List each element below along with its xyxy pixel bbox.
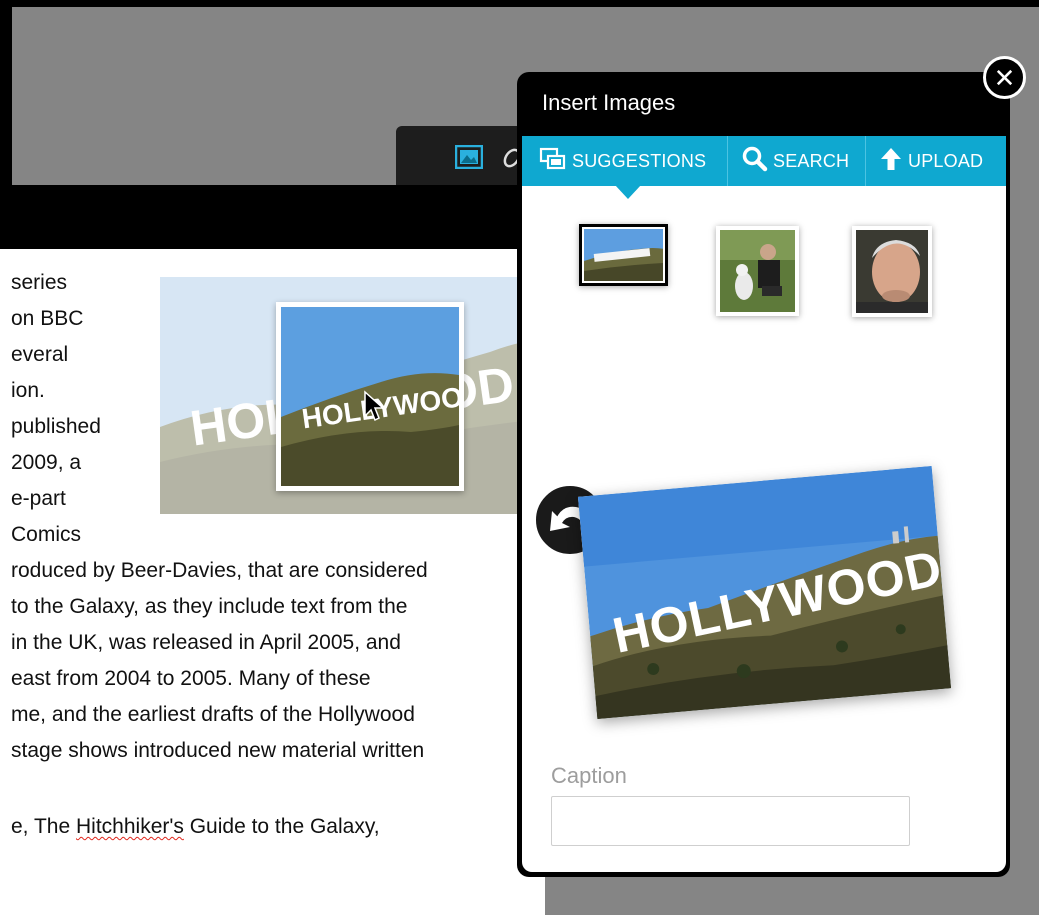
text-line: roduced by Beer-Davies, that are conside… bbox=[11, 559, 428, 582]
text-line: everal bbox=[11, 343, 69, 366]
tab-search[interactable]: SEARCH bbox=[742, 136, 849, 186]
text-span: e, The bbox=[11, 815, 76, 838]
active-tab-indicator bbox=[615, 185, 641, 199]
tab-suggestions[interactable]: SUGGESTIONS bbox=[539, 136, 706, 186]
editor-header bbox=[0, 185, 545, 249]
text-line: series bbox=[11, 271, 68, 294]
text-line: to the Galaxy, as they include text from… bbox=[11, 595, 408, 618]
tab-divider bbox=[865, 136, 866, 186]
thumbnail-hollywood[interactable] bbox=[579, 224, 668, 286]
text-line: e-part bbox=[11, 487, 66, 510]
tab-label: SUGGESTIONS bbox=[572, 150, 707, 171]
misspelled-word[interactable]: Hitchhiker's bbox=[76, 815, 184, 838]
text-line: published bbox=[11, 415, 101, 438]
tab-bar: SUGGESTIONS SEARCH UPLOAD bbox=[522, 136, 1006, 186]
text-line: ion. bbox=[11, 379, 45, 402]
text-line: 2009, a bbox=[11, 451, 82, 474]
text-line: in the UK, was released in April 2005, a… bbox=[11, 631, 401, 654]
text-line: on BBC bbox=[11, 307, 84, 330]
thumbnail-man-with-dog[interactable] bbox=[716, 226, 799, 316]
dialog-title: Insert Images bbox=[542, 90, 676, 115]
thumbnail-man-portrait[interactable] bbox=[852, 226, 932, 317]
text-line: Comics bbox=[11, 523, 82, 546]
suggestions-icon bbox=[539, 147, 572, 176]
tab-divider bbox=[727, 136, 728, 186]
close-button[interactable]: ✕ bbox=[983, 56, 1026, 99]
tab-upload[interactable]: UPLOAD bbox=[879, 136, 983, 186]
text-line: e, The Hitchhiker's Guide to the Galaxy, bbox=[11, 809, 380, 845]
text-line: east from 2004 to 2005. Many of these bbox=[11, 667, 371, 690]
search-icon bbox=[742, 146, 773, 177]
text-span: Guide to the Galaxy, bbox=[183, 815, 380, 838]
text-line: me, and the earliest drafts of the Holly… bbox=[11, 703, 415, 726]
cursor-icon bbox=[363, 390, 385, 427]
image-icon[interactable] bbox=[454, 144, 484, 174]
tab-label: SEARCH bbox=[773, 150, 850, 171]
caption-label: Caption bbox=[551, 763, 627, 788]
upload-icon bbox=[879, 146, 908, 177]
text-line: stage shows introduced new material writ… bbox=[11, 739, 425, 762]
selected-image-preview: HOLLYWOOD bbox=[577, 465, 952, 720]
caption-input[interactable] bbox=[551, 796, 910, 846]
tab-label: UPLOAD bbox=[908, 150, 984, 171]
